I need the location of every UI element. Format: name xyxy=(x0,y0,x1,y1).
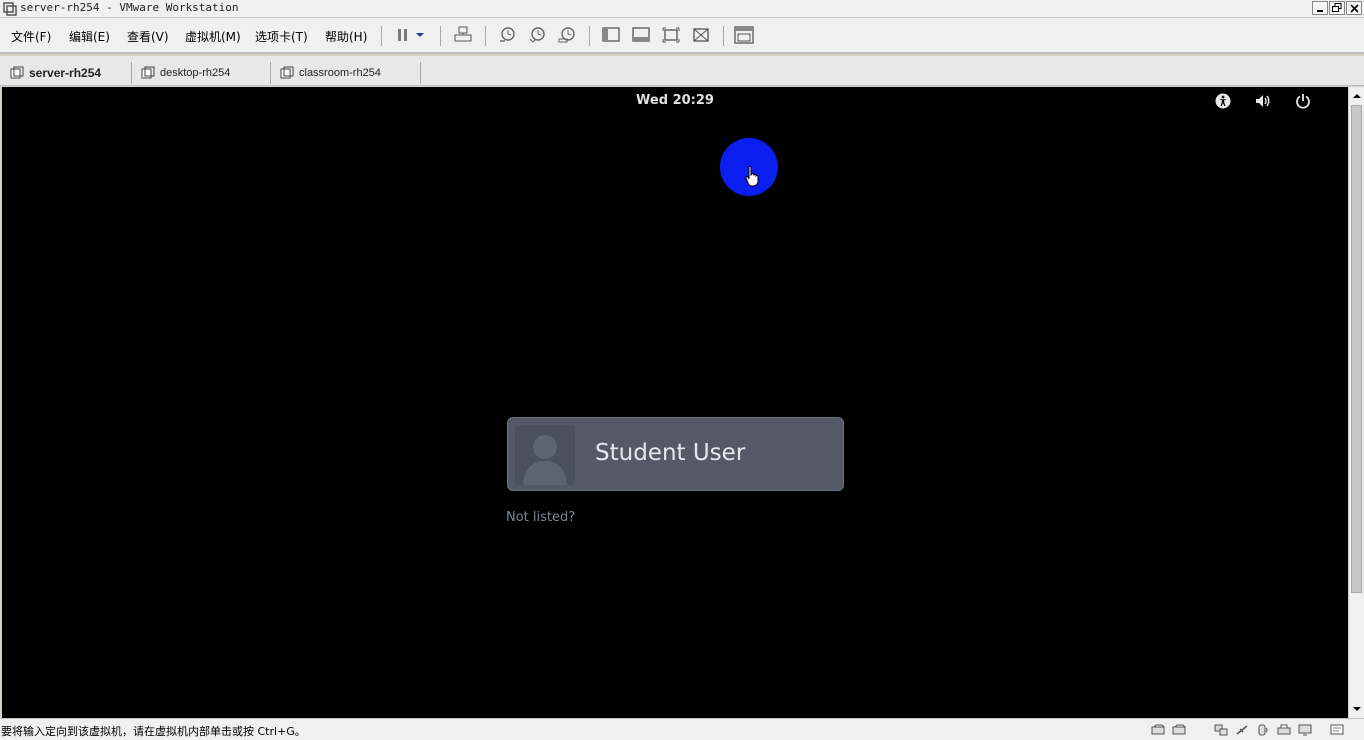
tab-label: server-rh254 xyxy=(29,65,102,80)
status-bar: 要将输入定向到该虚拟机，请在虚拟机内部单击或按 Ctrl+G。 xyxy=(0,718,1364,740)
fullscreen-button[interactable] xyxy=(660,25,682,45)
hand-cursor-icon xyxy=(745,165,759,187)
vm-tab-bar: server-rh254 desktop-rh254 classroom-rh2… xyxy=(0,56,1364,86)
console-view-icon xyxy=(602,27,620,42)
power-dropdown[interactable] xyxy=(413,25,427,45)
arrow-up-icon xyxy=(1352,94,1361,98)
menu-vm[interactable]: 虚拟机(M) xyxy=(185,28,241,45)
volume-menu[interactable] xyxy=(1253,91,1273,111)
tab-server-rh254[interactable]: server-rh254 xyxy=(10,59,101,86)
close-button[interactable] xyxy=(1346,1,1362,15)
not-listed-link[interactable]: Not listed? xyxy=(506,510,575,525)
hdd-icon[interactable] xyxy=(1151,724,1165,736)
window-title: server-rh254 - VMware Workstation xyxy=(20,1,239,14)
snapshot-manager-button[interactable] xyxy=(556,25,578,45)
menu-toolbar: 文件(F) 编辑(E) 查看(V) 虚拟机(M) 选项卡(T) 帮助(H) xyxy=(0,18,1364,54)
menu-file[interactable]: 文件(F) xyxy=(11,28,51,45)
send-ctrl-alt-del-icon xyxy=(454,26,472,42)
snapshot-revert-icon xyxy=(529,27,545,43)
scroll-down-button[interactable] xyxy=(1349,702,1364,716)
close-icon xyxy=(1349,3,1359,13)
thumbnail-bar-icon xyxy=(632,27,650,42)
tab-classroom-rh254[interactable]: classroom-rh254 xyxy=(280,59,381,86)
power-icon xyxy=(1296,94,1310,109)
restore-icon xyxy=(1332,3,1342,12)
menu-help[interactable]: 帮助(H) xyxy=(325,28,367,45)
library-view-button[interactable] xyxy=(733,25,755,45)
thumbnail-bar-button[interactable] xyxy=(630,25,652,45)
minimize-icon xyxy=(1317,10,1323,12)
vm-tab-icon xyxy=(10,66,24,78)
message-icon[interactable] xyxy=(1330,724,1344,736)
vm-tab-icon xyxy=(141,66,155,78)
tab-label: classroom-rh254 xyxy=(299,66,381,79)
vm-tab-icon xyxy=(280,66,294,78)
display-icon[interactable] xyxy=(1298,724,1312,736)
arrow-down-icon xyxy=(1352,707,1361,711)
usb-icon[interactable] xyxy=(1235,724,1249,736)
snapshot-take-icon xyxy=(500,27,515,42)
vm-console-screen[interactable]: Wed 20:29 Student User Not listed? xyxy=(2,87,1348,718)
audio-icon[interactable] xyxy=(1256,724,1270,736)
unity-icon xyxy=(693,28,709,42)
accessibility-icon xyxy=(1215,93,1231,109)
menu-edit[interactable]: 编辑(E) xyxy=(69,28,110,45)
pause-icon xyxy=(398,29,407,41)
snapshot-manager-icon xyxy=(558,27,575,43)
vertical-scrollbar[interactable] xyxy=(1348,87,1364,718)
take-snapshot-button[interactable] xyxy=(496,25,518,45)
dropdown-arrow-icon xyxy=(416,33,424,37)
unity-button[interactable] xyxy=(690,25,712,45)
power-menu[interactable] xyxy=(1293,91,1313,111)
network-icon[interactable] xyxy=(1214,724,1228,736)
library-view-icon xyxy=(734,26,754,44)
tab-desktop-rh254[interactable]: desktop-rh254 xyxy=(141,59,230,86)
user-name: Student User xyxy=(595,440,746,466)
printer-icon[interactable] xyxy=(1277,724,1291,736)
avatar xyxy=(515,425,575,485)
pause-button[interactable] xyxy=(392,25,414,45)
send-ctrl-alt-del-button[interactable] xyxy=(452,25,474,45)
window-title-bar: server-rh254 - VMware Workstation xyxy=(0,0,1364,18)
scroll-up-button[interactable] xyxy=(1349,89,1364,103)
accessibility-menu[interactable] xyxy=(1213,91,1233,111)
gnome-clock[interactable]: Wed 20:29 xyxy=(2,93,1348,108)
revert-snapshot-button[interactable] xyxy=(526,25,548,45)
scrollbar-thumb[interactable] xyxy=(1351,105,1362,593)
hdd-2-icon[interactable] xyxy=(1172,724,1186,736)
status-message: 要将输入定向到该虚拟机，请在虚拟机内部单击或按 Ctrl+G。 xyxy=(1,725,306,738)
console-view-button[interactable] xyxy=(600,25,622,45)
user-login-button[interactable]: Student User xyxy=(507,417,844,491)
minimize-button[interactable] xyxy=(1312,1,1328,15)
menu-tabs[interactable]: 选项卡(T) xyxy=(255,28,308,45)
volume-icon xyxy=(1256,95,1270,107)
user-avatar-icon xyxy=(523,435,567,485)
menu-view[interactable]: 查看(V) xyxy=(127,28,169,45)
restore-button[interactable] xyxy=(1329,1,1345,15)
fullscreen-icon xyxy=(662,27,680,43)
tab-label: desktop-rh254 xyxy=(160,66,231,79)
vmware-app-icon xyxy=(3,2,17,16)
